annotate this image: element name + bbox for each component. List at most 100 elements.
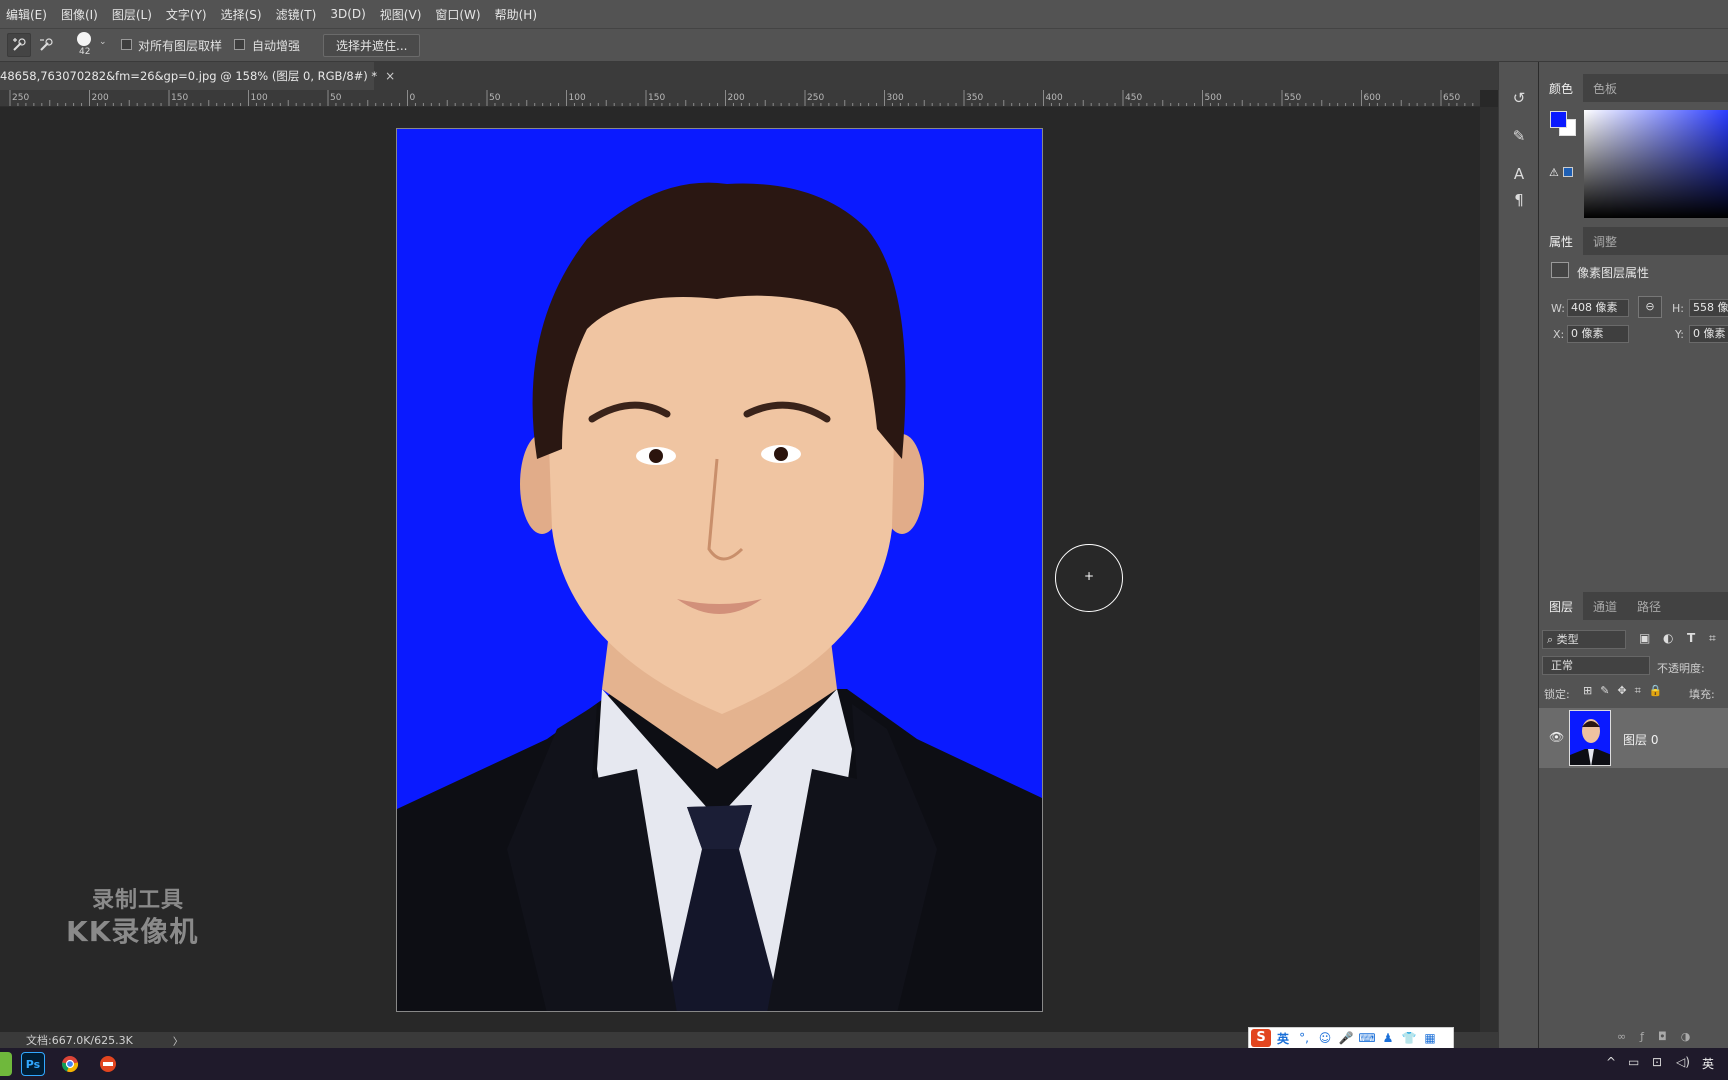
blend-mode-value: 正常	[1551, 659, 1573, 672]
filter-type-icon[interactable]: T	[1687, 631, 1695, 645]
status-menu-arrow-icon[interactable]: 〉	[173, 1033, 183, 1048]
layers-panel-tabs: 图层 通道 路径	[1539, 592, 1728, 620]
ruler-label: 200	[92, 93, 109, 103]
sample-all-layers-checkbox[interactable]	[121, 39, 132, 50]
quick-select-add-button[interactable]	[7, 33, 31, 57]
layers-bottom-icons[interactable]: ∞ƒ◘◑	[1617, 1030, 1704, 1043]
brush-settings-icon[interactable]: ✎	[1509, 126, 1529, 146]
filter-shape-icon[interactable]: ⌗	[1709, 631, 1716, 646]
punctuation-icon[interactable]: °,	[1295, 1031, 1313, 1045]
menu-image[interactable]: 图像(I)	[55, 6, 106, 23]
tab-swatches[interactable]: 色板	[1583, 74, 1627, 102]
height-label: H:	[1672, 302, 1684, 315]
height-field[interactable]: 558 像素	[1689, 299, 1728, 317]
skin-icon[interactable]: 👕	[1400, 1031, 1418, 1045]
auto-enhance-label: 自动增强	[252, 39, 301, 53]
tab-paths[interactable]: 路径	[1627, 592, 1671, 620]
document-image[interactable]	[396, 128, 1043, 1012]
filter-pixel-icon[interactable]: ▣	[1639, 631, 1650, 645]
paragraph-icon[interactable]: ¶	[1509, 190, 1529, 210]
menu-window[interactable]: 窗口(W)	[429, 6, 488, 23]
document-tab-title: 48658,763070282&fm=26&gp=0.jpg @ 158% (图…	[0, 69, 378, 83]
close-tab-icon[interactable]: ×	[385, 69, 395, 83]
ruler-label: 0	[410, 93, 416, 103]
color-panel-tabs: 颜色 色板	[1539, 74, 1728, 102]
menu-3d[interactable]: 3D(D)	[324, 7, 373, 21]
ime-language[interactable]: 英	[1274, 1030, 1292, 1047]
tab-channels[interactable]: 通道	[1583, 592, 1627, 620]
volume-icon[interactable]: ◁)	[1676, 1055, 1690, 1069]
pixel-layer-icon	[1551, 262, 1569, 278]
menu-select[interactable]: 选择(S)	[215, 6, 270, 23]
ruler-label: 350	[966, 93, 983, 103]
microphone-icon[interactable]: 🎤	[1337, 1031, 1355, 1045]
tab-color[interactable]: 颜色	[1539, 74, 1584, 102]
width-label: W:	[1551, 302, 1565, 315]
network-icon[interactable]: ⊡	[1652, 1055, 1662, 1069]
menu-view[interactable]: 视图(V)	[374, 6, 430, 23]
toolbox-icon[interactable]: ▦	[1421, 1031, 1439, 1045]
ruler-label: 400	[1046, 93, 1063, 103]
menu-layer[interactable]: 图层(L)	[106, 6, 160, 23]
menu-help[interactable]: 帮助(H)	[489, 6, 545, 23]
crosshair-icon: +	[1084, 569, 1095, 583]
auto-enhance-checkbox[interactable]	[234, 39, 245, 50]
blend-mode-select[interactable]: 正常	[1542, 656, 1650, 675]
menu-filter[interactable]: 滤镜(T)	[270, 6, 325, 23]
kind-filter-value: 类型	[1556, 633, 1579, 646]
emoji-icon[interactable]: ☺	[1316, 1031, 1334, 1045]
foreground-color-swatch[interactable]	[1550, 111, 1567, 128]
panel-icon-strip: ↺ ✎ A ¶	[1498, 62, 1538, 1048]
history-icon[interactable]: ↺	[1509, 88, 1529, 108]
properties-title: 像素图层属性	[1577, 266, 1650, 280]
character-icon[interactable]: A	[1509, 164, 1529, 184]
width-field[interactable]: 408 像素	[1567, 299, 1629, 317]
select-and-mask-button[interactable]: 选择并遮住...	[323, 34, 421, 57]
menu-type[interactable]: 文字(Y)	[160, 6, 215, 23]
chrome-taskbar-icon[interactable]	[58, 1052, 82, 1076]
tray-app-icon[interactable]: ▭	[1628, 1055, 1639, 1069]
y-label: Y:	[1675, 328, 1684, 341]
visibility-eye-icon[interactable]: 👁	[1549, 730, 1564, 744]
layer-row[interactable]: 👁 图层 0	[1539, 708, 1728, 768]
tab-properties[interactable]: 属性	[1539, 227, 1584, 255]
quick-select-subtract-button[interactable]	[34, 33, 58, 57]
ruler-ticks: 250 200 150 100 50 0 50 100 150 200 250 300 350 400 45…	[9, 90, 1474, 106]
lock-icons[interactable]: ⊞✎✥⌗🔒	[1583, 684, 1671, 698]
brush-preview-icon[interactable]	[77, 32, 91, 46]
photoshop-taskbar-icon[interactable]: Ps	[21, 1052, 45, 1076]
user-icon[interactable]: ♟	[1379, 1031, 1397, 1045]
taskbar-app-icon[interactable]	[0, 1052, 12, 1076]
ruler-label: 500	[1205, 93, 1222, 103]
menu-edit[interactable]: 编辑(E)	[0, 6, 55, 23]
ruler-label: 50	[489, 93, 501, 103]
ime-toolbar: S 英 °, ☺ 🎤 ⌨ ♟ 👕 ▦	[1248, 1027, 1454, 1049]
ruler-label: 300	[887, 93, 904, 103]
tab-adjustments[interactable]: 调整	[1583, 227, 1627, 255]
x-label: X:	[1553, 328, 1565, 341]
menu-bar: 编辑(E) 图像(I) 图层(L) 文字(Y) 选择(S) 滤镜(T) 3D(D…	[0, 0, 1728, 28]
gamut-warning-icon[interactable]: ⚠	[1549, 166, 1559, 179]
taskbar-language[interactable]: 英	[1702, 1055, 1714, 1072]
tray-expand-icon[interactable]: ^	[1606, 1055, 1616, 1069]
vertical-scrollbar[interactable]	[1480, 107, 1498, 1035]
color-picker-field[interactable]	[1584, 110, 1728, 218]
watermark-line2: KK录像机	[66, 915, 199, 948]
kind-filter-select[interactable]: ⌕ 类型	[1542, 630, 1626, 649]
document-tab[interactable]: 48658,763070282&fm=26&gp=0.jpg @ 158% (图…	[0, 62, 395, 90]
y-field[interactable]: 0 像素	[1689, 325, 1728, 343]
document-size: 文档:667.0K/625.3K	[26, 1034, 133, 1047]
sogou-logo-icon[interactable]: S	[1251, 1029, 1271, 1047]
recorder-taskbar-icon[interactable]	[96, 1052, 120, 1076]
brush-dropdown-chevron-icon[interactable]: ⌄	[99, 37, 107, 47]
ruler-label: 550	[1284, 93, 1301, 103]
link-dimensions-icon[interactable]: ⊖	[1638, 296, 1662, 318]
x-field[interactable]: 0 像素	[1567, 325, 1629, 343]
web-color-icon[interactable]	[1563, 167, 1573, 177]
tab-layers[interactable]: 图层	[1539, 592, 1584, 620]
filter-adjustment-icon[interactable]: ◐	[1663, 631, 1673, 645]
layer-thumbnail-image	[1570, 711, 1610, 765]
keyboard-icon[interactable]: ⌨	[1358, 1031, 1376, 1045]
layer-name: 图层 0	[1623, 733, 1659, 747]
ruler-label: 150	[648, 93, 665, 103]
